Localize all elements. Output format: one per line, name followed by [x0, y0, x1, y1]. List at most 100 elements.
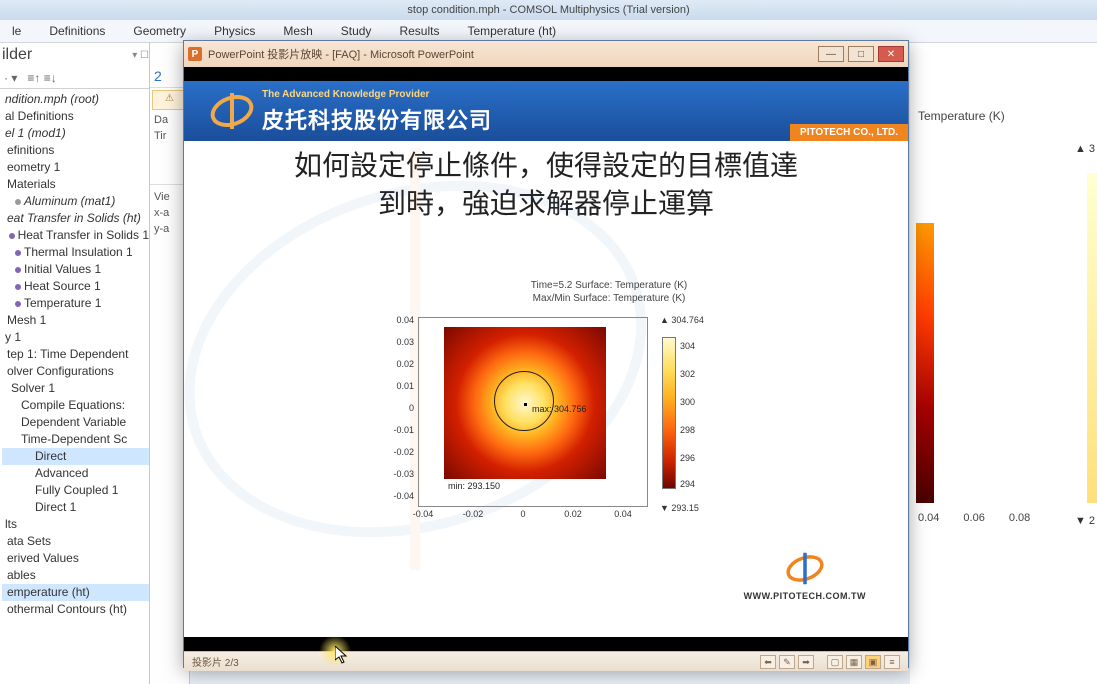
- menu-physics[interactable]: Physics: [214, 24, 255, 38]
- menu-definitions[interactable]: Definitions: [49, 24, 105, 38]
- colorbar-right: [1087, 173, 1097, 503]
- maximize-button[interactable]: □: [848, 46, 874, 62]
- tree-item[interactable]: Fully Coupled 1: [2, 482, 149, 499]
- ytick: 0: [384, 403, 414, 413]
- chart-title: Time=5.2 Surface: Temperature (K): [384, 279, 834, 292]
- model-builder-header: ilder ▾ ☐: [0, 43, 149, 67]
- tree-item[interactable]: eat Transfer in Solids (ht): [2, 210, 149, 227]
- menu-mesh[interactable]: Mesh: [283, 24, 312, 38]
- xtick: 0.02: [558, 509, 588, 519]
- tree-item[interactable]: erived Values: [2, 550, 149, 567]
- tree-item[interactable]: Solver 1: [2, 380, 149, 397]
- cbar-tick: 304: [680, 341, 695, 351]
- view-reading-button[interactable]: ≡: [884, 655, 900, 669]
- slide-title-line2: 到時，強迫求解器停止運算: [378, 188, 714, 219]
- tree-item[interactable]: Time-Dependent Sc: [2, 431, 149, 448]
- tree-item[interactable]: lts: [2, 516, 149, 533]
- tree-item[interactable]: Direct: [2, 448, 149, 465]
- tree-item[interactable]: Materials: [2, 176, 149, 193]
- close-button[interactable]: ✕: [878, 46, 904, 62]
- tree-item[interactable]: ables: [2, 567, 149, 584]
- tree-item[interactable]: Advanced: [2, 465, 149, 482]
- tree-item[interactable]: Heat Source 1: [2, 278, 149, 295]
- minimize-button[interactable]: —: [818, 46, 844, 62]
- xtick: -0.04: [408, 509, 438, 519]
- plot-heat-edge: [916, 223, 934, 503]
- xtick: -0.02: [458, 509, 488, 519]
- slideshow-letterbox-top: [184, 67, 908, 81]
- slide-content[interactable]: The Advanced Knowledge Provider 皮托科技股份有限…: [184, 81, 908, 637]
- builder-toolbar[interactable]: · ▾ ≡↑ ≡↓: [0, 67, 149, 89]
- slide-footer-logo: WWW.PITOTECH.COM.TW: [744, 551, 866, 601]
- slide-title-line1: 如何設定停止條件，使得設定的目標值達: [294, 150, 798, 181]
- tree-item[interactable]: Initial Values 1: [2, 261, 149, 278]
- tree-item[interactable]: y 1: [2, 329, 149, 346]
- xtick: 0: [508, 509, 538, 519]
- builder-title: ilder: [2, 46, 32, 64]
- slide-title: 如何設定停止條件，使得設定的目標值達 到時，強迫求解器停止運算: [184, 141, 908, 223]
- menu-results[interactable]: Results: [399, 24, 439, 38]
- model-tree[interactable]: ndition.mph (root)al Definitionsel 1 (mo…: [0, 89, 149, 618]
- tree-item[interactable]: Temperature 1: [2, 295, 149, 312]
- tree-item[interactable]: el 1 (mod1): [2, 125, 149, 142]
- tree-item[interactable]: efinitions: [2, 142, 149, 159]
- tree-item[interactable]: ndition.mph (root): [2, 91, 149, 108]
- menu-geometry[interactable]: Geometry: [133, 24, 186, 38]
- tree-item[interactable]: Aluminum (mat1): [2, 193, 149, 210]
- max-annotation: max: 304.756: [532, 404, 587, 414]
- tree-item[interactable]: eometry 1: [2, 159, 149, 176]
- cbar-tick: 302: [680, 369, 695, 379]
- plot-title: Temperature (K): [918, 109, 1005, 123]
- tree-item[interactable]: olver Configurations: [2, 363, 149, 380]
- ytick: -0.01: [384, 425, 414, 435]
- ytick: -0.02: [384, 447, 414, 457]
- tree-item[interactable]: Compile Equations:: [2, 397, 149, 414]
- colorbar: [662, 337, 676, 489]
- prev-slide-button[interactable]: ⬅: [760, 655, 776, 669]
- cbar-tick: 300: [680, 397, 695, 407]
- footer-url: WWW.PITOTECH.COM.TW: [744, 591, 866, 601]
- pp-titlebar[interactable]: P PowerPoint 投影片放映 - [FAQ] - Microsoft P…: [184, 41, 908, 67]
- powerpoint-icon: P: [188, 47, 202, 61]
- slide-header: The Advanced Knowledge Provider 皮托科技股份有限…: [184, 81, 908, 141]
- ytick: 0.04: [384, 315, 414, 325]
- tree-item[interactable]: emperature (ht): [2, 584, 149, 601]
- heatmap-contour-circle: [494, 371, 554, 431]
- powerpoint-window: P PowerPoint 投影片放映 - [FAQ] - Microsoft P…: [183, 40, 909, 668]
- ytick: -0.03: [384, 469, 414, 479]
- footer-logo-icon: [784, 551, 826, 587]
- temperature-heatmap-chart: Time=5.2 Surface: Temperature (K) Max/Mi…: [384, 279, 834, 549]
- company-logo-icon: [208, 87, 256, 135]
- plot-min-tri: ▼ 2: [1075, 515, 1095, 527]
- pen-tool-button[interactable]: ✎: [779, 655, 795, 669]
- tree-item[interactable]: Thermal Insulation 1: [2, 244, 149, 261]
- tree-item[interactable]: tep 1: Time Dependent: [2, 346, 149, 363]
- colorbar-min-marker: ▼ 293.15: [660, 503, 699, 513]
- xtick: 0.08: [1009, 512, 1030, 524]
- provider-tagline: The Advanced Knowledge Provider: [262, 89, 429, 100]
- slide-counter: 投影片 2/3: [192, 654, 239, 669]
- company-name-cn: 皮托科技股份有限公司: [262, 103, 492, 135]
- tree-item[interactable]: Mesh 1: [2, 312, 149, 329]
- tree-item[interactable]: Dependent Variable: [2, 414, 149, 431]
- pp-window-title: PowerPoint 投影片放映 - [FAQ] - Microsoft Pow…: [208, 46, 474, 62]
- menu-file[interactable]: le: [12, 24, 21, 38]
- tree-item[interactable]: ata Sets: [2, 533, 149, 550]
- menu-study[interactable]: Study: [341, 24, 372, 38]
- view-normal-button[interactable]: ▢: [827, 655, 843, 669]
- min-annotation: min: 293.150: [446, 481, 502, 491]
- tree-item[interactable]: othermal Contours (ht): [2, 601, 149, 618]
- menu-temperature[interactable]: Temperature (ht): [467, 24, 556, 38]
- tree-item[interactable]: Heat Transfer in Solids 1: [2, 227, 149, 244]
- tree-item[interactable]: al Definitions: [2, 108, 149, 125]
- view-sorter-button[interactable]: ▦: [846, 655, 862, 669]
- ytick: 0.02: [384, 359, 414, 369]
- next-slide-button[interactable]: ➡: [798, 655, 814, 669]
- slideshow-letterbox-bottom: [184, 637, 908, 651]
- ytick: 0.03: [384, 337, 414, 347]
- tree-item[interactable]: Direct 1: [2, 499, 149, 516]
- chart-subtitle: Max/Min Surface: Temperature (K): [384, 292, 834, 305]
- model-builder-panel: ilder ▾ ☐ · ▾ ≡↑ ≡↓ ndition.mph (root)al…: [0, 43, 150, 684]
- view-slideshow-button[interactable]: ▣: [865, 655, 881, 669]
- cbar-tick: 294: [680, 479, 695, 489]
